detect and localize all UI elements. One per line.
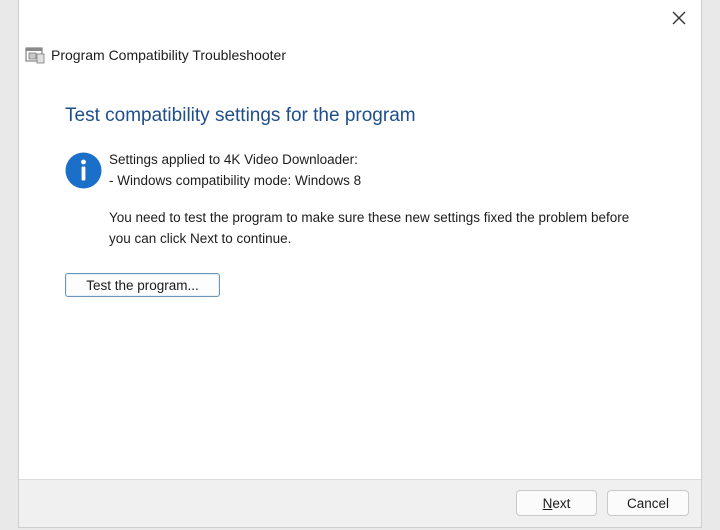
compatibility-mode-text: - Windows compatibility mode: Windows 8 <box>109 173 362 188</box>
test-program-button[interactable]: Test the program... <box>65 273 220 297</box>
instruction-text-line1: You need to test the program to make sur… <box>109 210 630 225</box>
button-footer: Next Cancel <box>19 479 701 527</box>
close-icon <box>672 11 686 25</box>
next-mnemonic: N <box>542 495 553 511</box>
next-label-rest: ext <box>552 495 571 511</box>
cancel-button[interactable]: Cancel <box>607 490 689 516</box>
next-button[interactable]: Next <box>516 490 597 516</box>
settings-applied-text: Settings applied to 4K Video Downloader: <box>109 152 358 167</box>
close-button[interactable] <box>665 4 693 32</box>
info-icon <box>65 152 102 189</box>
troubleshooter-window: Program Compatibility Troubleshooter Tes… <box>18 0 702 528</box>
window-title: Program Compatibility Troubleshooter <box>51 47 286 63</box>
title-bar: Program Compatibility Troubleshooter <box>25 44 286 66</box>
instruction-text-line2: you can click Next to continue. <box>109 231 292 246</box>
troubleshooter-app-icon <box>25 47 45 64</box>
page-heading: Test compatibility settings for the prog… <box>65 105 416 126</box>
